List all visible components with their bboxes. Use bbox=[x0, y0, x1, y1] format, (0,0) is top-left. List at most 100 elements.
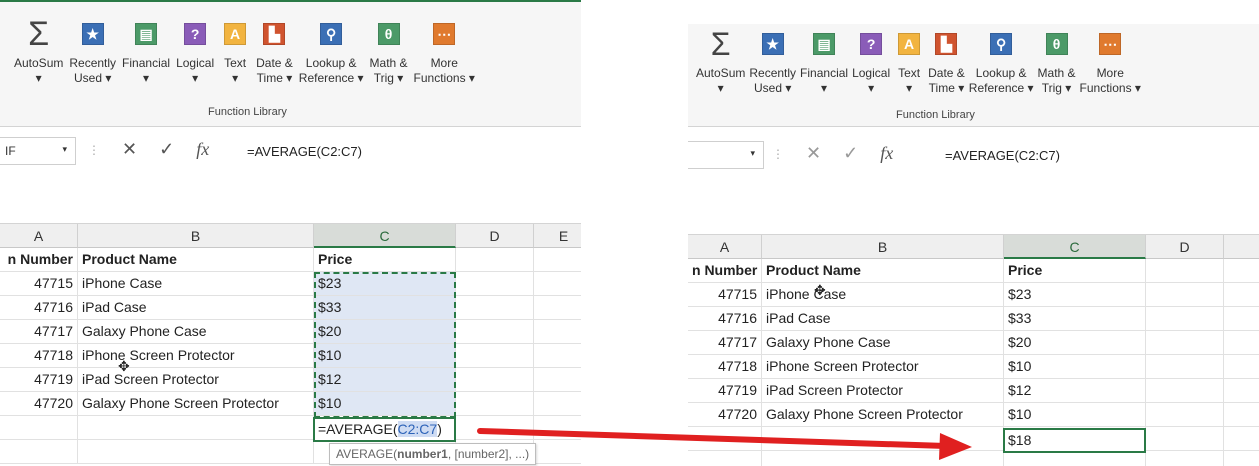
empty-cell[interactable] bbox=[1224, 427, 1259, 451]
empty-cell[interactable] bbox=[1146, 355, 1224, 379]
product-name-cell[interactable]: iPad Screen Protector bbox=[78, 368, 314, 392]
empty-cell[interactable] bbox=[534, 248, 581, 272]
column-header-a[interactable]: A bbox=[0, 224, 78, 248]
item-number-cell[interactable]: 47718 bbox=[0, 344, 78, 368]
empty-cell[interactable] bbox=[534, 392, 581, 416]
product-name-cell[interactable]: Galaxy Phone Screen Protector bbox=[762, 403, 1004, 427]
empty-cell[interactable] bbox=[78, 416, 314, 440]
text-button[interactable]: A Text ▾ bbox=[220, 18, 250, 86]
empty-cell[interactable] bbox=[534, 440, 581, 464]
empty-cell[interactable] bbox=[688, 451, 762, 466]
autosum-button[interactable]: Σ AutoSum ▾ bbox=[696, 28, 745, 96]
item-number-cell[interactable]: 47715 bbox=[0, 272, 78, 296]
header-cell-b[interactable]: Product Name bbox=[762, 259, 1004, 283]
empty-cell[interactable] bbox=[688, 427, 762, 451]
product-name-cell[interactable]: iPad Screen Protector bbox=[762, 379, 1004, 403]
item-number-cell[interactable]: 47716 bbox=[688, 307, 762, 331]
product-name-cell[interactable]: Galaxy Phone Case bbox=[762, 331, 1004, 355]
more-functions-button[interactable]: ⋯ More Functions ▾ bbox=[414, 18, 475, 86]
empty-cell[interactable] bbox=[1224, 403, 1259, 427]
name-box[interactable]: IF ▾ bbox=[0, 137, 76, 165]
header-cell-c[interactable]: Price bbox=[314, 248, 456, 272]
price-cell[interactable]: $20 bbox=[1004, 331, 1146, 355]
price-cell[interactable]: $23 bbox=[1004, 283, 1146, 307]
empty-cell[interactable] bbox=[456, 320, 534, 344]
date-time-button[interactable]: ▙ Date & Time ▾ bbox=[928, 28, 965, 96]
empty-cell[interactable] bbox=[456, 272, 534, 296]
empty-cell[interactable] bbox=[534, 368, 581, 392]
item-number-cell[interactable]: 47720 bbox=[688, 403, 762, 427]
price-cell[interactable]: $10 bbox=[1004, 403, 1146, 427]
formula-input[interactable]: =AVERAGE(C2:C7) bbox=[236, 135, 581, 213]
editing-cell[interactable]: =AVERAGE(C2:C7) bbox=[313, 417, 456, 442]
item-number-cell[interactable]: 47717 bbox=[688, 331, 762, 355]
enter-check-icon[interactable]: ✓ bbox=[159, 139, 174, 160]
product-name-cell[interactable]: Galaxy Phone Screen Protector bbox=[78, 392, 314, 416]
empty-cell[interactable] bbox=[1224, 355, 1259, 379]
item-number-cell[interactable]: 47715 bbox=[688, 283, 762, 307]
empty-cell[interactable] bbox=[1146, 259, 1224, 283]
product-name-cell[interactable]: iPhone Screen Protector bbox=[78, 344, 314, 368]
column-header-b[interactable]: B bbox=[78, 224, 314, 248]
empty-cell[interactable] bbox=[1224, 259, 1259, 283]
price-cell[interactable]: $10 bbox=[1004, 355, 1146, 379]
price-cell[interactable]: $33 bbox=[1004, 307, 1146, 331]
product-name-cell[interactable]: Galaxy Phone Case bbox=[78, 320, 314, 344]
column-header-c[interactable]: C bbox=[1004, 235, 1146, 259]
header-cell-a[interactable]: n Number bbox=[0, 248, 78, 272]
math-trig-button[interactable]: θ Math & Trig ▾ bbox=[370, 18, 408, 86]
result-cell[interactable]: $18 bbox=[1003, 428, 1146, 453]
recently-used-button[interactable]: ★ Recently Used ▾ bbox=[749, 28, 796, 96]
item-number-cell[interactable]: 47717 bbox=[0, 320, 78, 344]
lookup-reference-button[interactable]: ⚲ Lookup & Reference ▾ bbox=[969, 28, 1034, 96]
product-name-cell[interactable]: iPhone Screen Protector bbox=[762, 355, 1004, 379]
empty-cell[interactable] bbox=[0, 416, 78, 440]
column-header-d[interactable]: D bbox=[456, 224, 534, 248]
autosum-button[interactable]: Σ AutoSum ▾ bbox=[14, 17, 63, 86]
item-number-cell[interactable]: 47719 bbox=[688, 379, 762, 403]
empty-cell[interactable] bbox=[1146, 307, 1224, 331]
product-name-cell[interactable]: iPhone Case bbox=[762, 283, 1004, 307]
empty-cell[interactable] bbox=[762, 451, 1004, 466]
empty-cell[interactable] bbox=[1224, 331, 1259, 355]
empty-cell[interactable] bbox=[762, 427, 1004, 451]
empty-cell[interactable] bbox=[456, 248, 534, 272]
item-number-cell[interactable]: 47716 bbox=[0, 296, 78, 320]
column-header-e[interactable] bbox=[1224, 235, 1259, 259]
date-time-button[interactable]: ▙ Date & Time ▾ bbox=[256, 18, 293, 86]
empty-cell[interactable] bbox=[78, 440, 314, 464]
cancel-icon[interactable]: ✕ bbox=[122, 139, 137, 160]
insert-function-icon[interactable]: fx bbox=[880, 143, 893, 164]
empty-cell[interactable] bbox=[1224, 307, 1259, 331]
empty-cell[interactable] bbox=[534, 320, 581, 344]
financial-button[interactable]: ▤ Financial ▾ bbox=[122, 18, 170, 86]
column-header-c[interactable]: C bbox=[314, 224, 456, 248]
price-cell[interactable]: $12 bbox=[1004, 379, 1146, 403]
text-button[interactable]: A Text ▾ bbox=[894, 28, 924, 96]
empty-cell[interactable] bbox=[456, 344, 534, 368]
logical-button[interactable]: ? Logical ▾ bbox=[852, 28, 890, 96]
empty-cell[interactable] bbox=[1146, 451, 1224, 466]
logical-button[interactable]: ? Logical ▾ bbox=[176, 18, 214, 86]
recently-used-button[interactable]: ★ Recently Used ▾ bbox=[69, 18, 116, 86]
empty-cell[interactable] bbox=[1146, 283, 1224, 307]
math-trig-button[interactable]: θ Math & Trig ▾ bbox=[1038, 28, 1076, 96]
product-name-cell[interactable]: iPhone Case bbox=[78, 272, 314, 296]
enter-check-icon[interactable]: ✓ bbox=[843, 143, 858, 164]
empty-cell[interactable] bbox=[534, 272, 581, 296]
empty-cell[interactable] bbox=[0, 440, 78, 464]
header-cell-a[interactable]: n Number bbox=[688, 259, 762, 283]
empty-cell[interactable] bbox=[456, 368, 534, 392]
empty-cell[interactable] bbox=[534, 416, 581, 440]
lookup-reference-button[interactable]: ⚲ Lookup & Reference ▾ bbox=[299, 18, 364, 86]
item-number-cell[interactable]: 47718 bbox=[688, 355, 762, 379]
empty-cell[interactable] bbox=[1146, 427, 1224, 451]
empty-cell[interactable] bbox=[1224, 451, 1259, 466]
more-functions-button[interactable]: ⋯ More Functions ▾ bbox=[1080, 28, 1141, 96]
item-number-cell[interactable]: 47720 bbox=[0, 392, 78, 416]
chevron-down-icon[interactable]: ▾ bbox=[62, 144, 67, 155]
empty-cell[interactable] bbox=[1004, 451, 1146, 466]
chevron-down-icon[interactable]: ▾ bbox=[750, 148, 755, 159]
empty-cell[interactable] bbox=[456, 416, 534, 440]
empty-cell[interactable] bbox=[534, 344, 581, 368]
